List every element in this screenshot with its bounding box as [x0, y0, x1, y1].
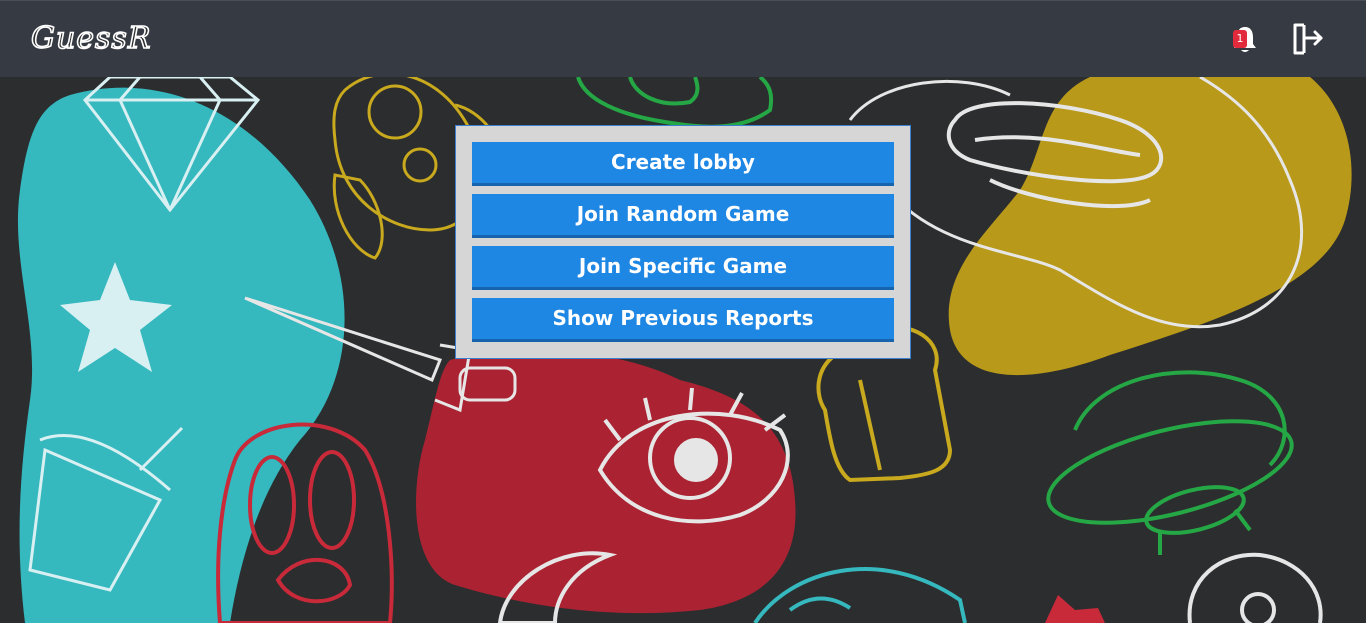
create-lobby-button[interactable]: Create lobby	[472, 142, 894, 186]
notification-count-badge: 1	[1233, 30, 1247, 48]
notifications-button[interactable]: 1	[1228, 23, 1262, 57]
top-navbar: GuessR 1	[0, 0, 1366, 77]
main-menu-panel: Create lobby Join Random Game Join Speci…	[455, 125, 911, 359]
app-logo[interactable]: GuessR	[30, 20, 151, 57]
logout-icon	[1293, 23, 1323, 55]
join-random-game-button[interactable]: Join Random Game	[472, 194, 894, 238]
join-specific-game-button[interactable]: Join Specific Game	[472, 246, 894, 290]
logout-button[interactable]	[1290, 21, 1326, 57]
show-previous-reports-button[interactable]: Show Previous Reports	[472, 298, 894, 342]
